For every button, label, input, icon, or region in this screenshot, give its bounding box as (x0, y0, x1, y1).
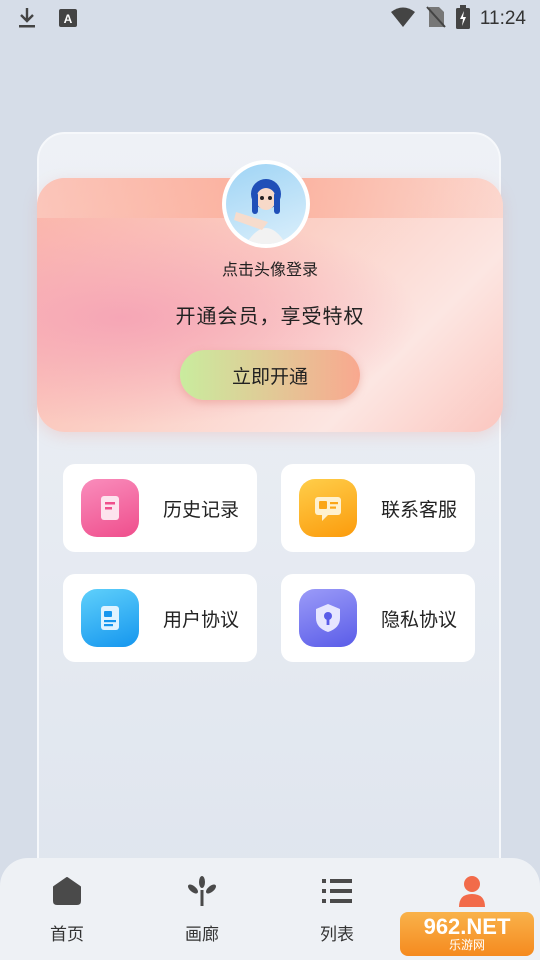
menu-user-agreement[interactable]: 用户协议 (63, 574, 257, 662)
activate-vip-button[interactable]: 立即开通 (180, 350, 360, 400)
list-icon (287, 874, 387, 908)
nav-list[interactable]: 列表 (287, 874, 387, 945)
menu-label: 隐私协议 (381, 608, 458, 631)
menu-history[interactable]: 历史记录 (63, 464, 257, 552)
svg-text:A: A (64, 12, 73, 26)
watermark-subtext: 乐游网 (448, 938, 485, 952)
nav-label: 首页 (50, 925, 84, 945)
nav-home[interactable]: 首页 (17, 874, 117, 945)
avatar[interactable] (222, 160, 310, 248)
watermark-text: 962.NET (423, 914, 511, 939)
privacy-shield-icon (299, 589, 357, 647)
gallery-sprout-icon (152, 874, 252, 908)
battery-charging-icon (455, 5, 470, 33)
login-hint[interactable]: 点击头像登录 (0, 256, 540, 280)
no-sim-icon (426, 5, 446, 33)
menu-customer-service[interactable]: 联系客服 (281, 464, 475, 552)
download-icon (16, 6, 38, 34)
font-app-icon: A (58, 8, 78, 32)
wifi-icon (390, 6, 416, 32)
history-book-icon (81, 479, 139, 537)
site-watermark: 962.NET 乐游网 (400, 912, 534, 956)
customer-service-icon (299, 479, 357, 537)
user-agreement-icon (81, 589, 139, 647)
menu-label: 联系客服 (381, 498, 458, 521)
vip-promo-text: 开通会员，享受特权 (175, 304, 365, 328)
menu-label: 历史记录 (163, 498, 240, 521)
nav-label: 列表 (320, 925, 354, 945)
menu-privacy-agreement[interactable]: 隐私协议 (281, 574, 475, 662)
avatar-image (226, 164, 306, 244)
profile-icon (422, 874, 522, 908)
menu-label: 用户协议 (163, 608, 240, 631)
nav-gallery[interactable]: 画廊 (152, 874, 252, 945)
home-icon (17, 874, 117, 908)
status-bar: A 11:24 (0, 0, 540, 36)
nav-label: 画廊 (185, 925, 219, 945)
status-time: 11:24 (479, 8, 526, 29)
